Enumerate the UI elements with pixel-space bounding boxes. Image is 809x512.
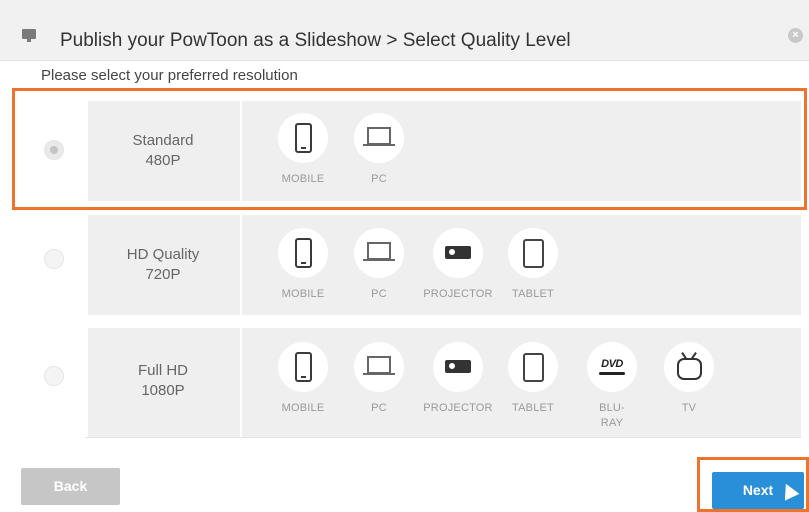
pc-icon — [363, 356, 395, 375]
pc-icon — [363, 242, 395, 261]
device-tablet: TABLET — [493, 228, 573, 302]
mobile-icon — [295, 238, 312, 268]
option-box: HD Quality 720P MOBILE PC PROJECTOR TABL… — [88, 215, 801, 315]
footer-divider — [85, 437, 801, 438]
quality-name: Full HD — [137, 362, 188, 379]
tv-icon — [677, 358, 702, 380]
publish-dialog: Publish your PowToon as a Slideshow > Se… — [0, 0, 809, 512]
radio-hd[interactable] — [44, 249, 64, 269]
device-label: PROJECTOR — [423, 402, 493, 414]
device-label: MOBILE — [281, 288, 325, 300]
option-box: Full HD 1080P MOBILE PC PROJECTOR TABLET — [88, 328, 801, 438]
device-mobile: MOBILE — [263, 228, 343, 302]
device-tv: TV — [649, 342, 729, 416]
projector-icon — [445, 360, 471, 373]
monitor-icon — [22, 29, 36, 42]
option-hd-720p[interactable]: HD Quality 720P MOBILE PC PROJECTOR TABL… — [19, 215, 801, 315]
device-projector: PROJECTOR — [418, 228, 498, 302]
device-tablet: TABLET — [493, 342, 573, 416]
divider — [240, 328, 242, 438]
device-pc: PC — [339, 342, 419, 416]
device-projector: PROJECTOR — [418, 342, 498, 416]
device-label: BLU-RAY — [599, 402, 625, 429]
device-label: TV — [681, 402, 697, 414]
device-label: TABLET — [512, 402, 554, 414]
highlight-standard-option — [12, 88, 807, 210]
device-label: TABLET — [512, 288, 554, 300]
option-fullhd-1080p[interactable]: Full HD 1080P MOBILE PC PROJECTOR TABLET — [19, 328, 801, 438]
device-label: MOBILE — [281, 402, 325, 414]
close-icon[interactable]: × — [788, 28, 803, 43]
dialog-title: Publish your PowToon as a Slideshow > Se… — [60, 30, 571, 51]
quality-label: Full HD 1080P — [88, 361, 238, 401]
mobile-icon — [295, 352, 312, 382]
projector-icon — [445, 246, 471, 259]
device-mobile: MOBILE — [263, 342, 343, 416]
quality-resolution: 1080P — [141, 382, 185, 399]
quality-resolution: 720P — [145, 266, 181, 283]
dvd-icon: DVD — [596, 358, 628, 375]
tablet-icon — [523, 353, 544, 382]
resolution-prompt: Please select your preferred resolution — [41, 67, 298, 84]
quality-name: HD Quality — [126, 246, 200, 263]
device-pc: PC — [339, 228, 419, 302]
radio-fullhd[interactable] — [44, 366, 64, 386]
device-label: PC — [371, 402, 387, 414]
device-bluray: DVD BLU-RAY — [572, 342, 652, 431]
device-label: PC — [371, 288, 387, 300]
device-label: PROJECTOR — [423, 288, 493, 300]
back-button[interactable]: Back — [21, 468, 120, 505]
divider — [240, 215, 242, 315]
dialog-titlebar: Publish your PowToon as a Slideshow > Se… — [0, 0, 809, 61]
tablet-icon — [523, 239, 544, 268]
quality-label: HD Quality 720P — [88, 245, 238, 285]
